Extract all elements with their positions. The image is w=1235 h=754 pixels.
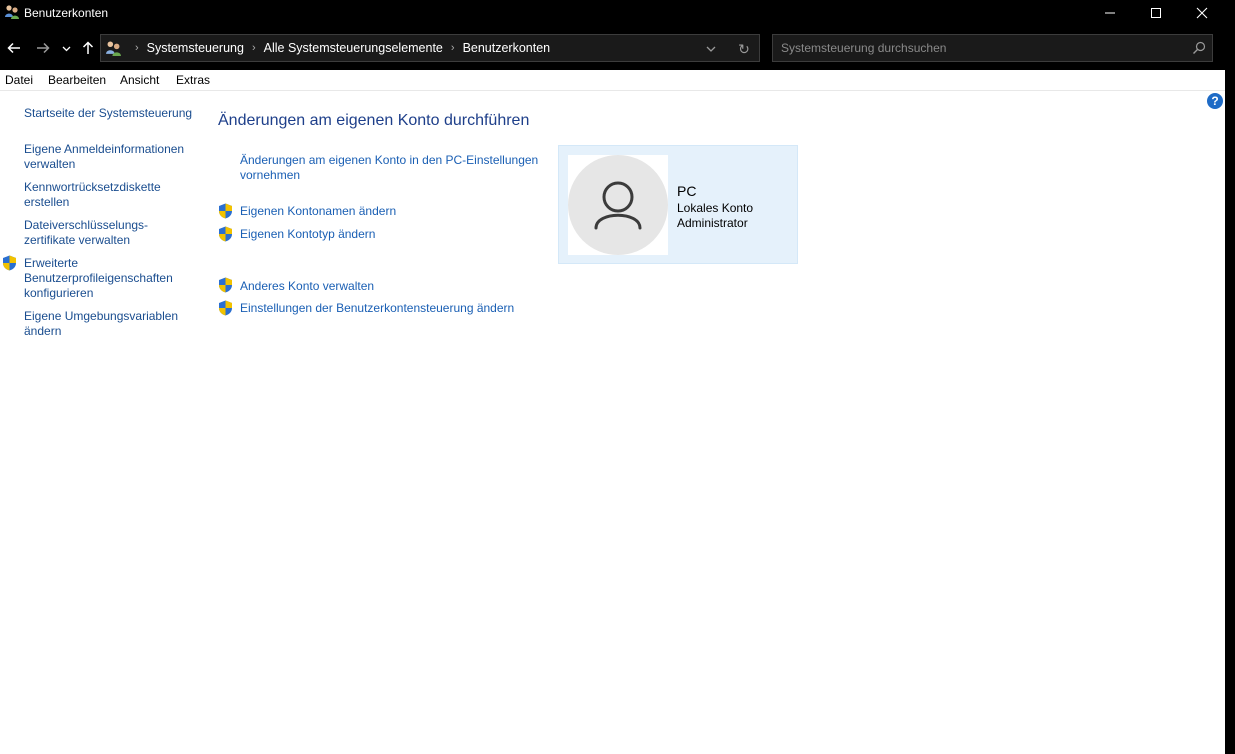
chevron-right-icon: › <box>135 42 139 54</box>
content-area: ? Startseite der Systemsteuerung Eigene … <box>0 91 1225 754</box>
minimize-icon <box>1105 12 1115 14</box>
menu-extras[interactable]: Extras <box>176 73 210 87</box>
sidebar-item-zertifikate[interactable]: Dateiverschlüsselungs-zertifikate verwal… <box>24 218 154 248</box>
menu-datei[interactable]: Datei <box>5 73 33 87</box>
navigation-bar: › Systemsteuerung › Alle Systemsteuerung… <box>0 26 1225 70</box>
arrow-right-icon <box>37 42 50 54</box>
uac-shield-icon <box>219 300 232 316</box>
task-pc-einstellungen[interactable]: Änderungen am eigenen Konto in den PC-Ei… <box>240 153 550 183</box>
refresh-icon: ↻ <box>738 40 750 57</box>
window-edge <box>1225 70 1235 754</box>
sidebar-item-umgebungsvariablen[interactable]: Eigene Umgebungsvariablen ändern <box>24 309 194 339</box>
recent-locations-button[interactable] <box>58 37 74 59</box>
task-kontotyp-aendern[interactable]: Eigenen Kontotyp ändern <box>240 227 375 242</box>
chevron-down-icon <box>706 46 716 52</box>
address-dropdown-button[interactable] <box>703 41 719 57</box>
search-icon <box>1193 41 1206 54</box>
uac-shield-icon <box>219 203 232 219</box>
close-icon <box>1196 7 1208 19</box>
search-placeholder: Systemsteuerung durchsuchen <box>781 41 947 55</box>
forward-button[interactable] <box>32 37 54 59</box>
arrow-up-icon <box>82 41 94 54</box>
menu-bearbeiten[interactable]: Bearbeiten <box>48 73 106 87</box>
user-accounts-icon <box>5 5 19 19</box>
page-title: Änderungen am eigenen Konto durchführen <box>218 112 530 129</box>
search-input[interactable]: Systemsteuerung durchsuchen <box>772 34 1213 62</box>
help-button[interactable]: ? <box>1207 93 1223 109</box>
sidebar-item-startseite[interactable]: Startseite der Systemsteuerung <box>24 106 194 121</box>
task-anderes-konto[interactable]: Anderes Konto verwalten <box>240 279 374 294</box>
breadcrumb: › Systemsteuerung › Alle Systemsteuerung… <box>127 41 550 55</box>
breadcrumb-alle-elemente[interactable]: Alle Systemsteuerungselemente <box>264 41 443 55</box>
window-title: Benutzerkonten <box>24 6 109 20</box>
breadcrumb-benutzerkonten[interactable]: Benutzerkonten <box>463 41 551 55</box>
maximize-icon <box>1151 8 1161 18</box>
close-button[interactable] <box>1179 0 1225 26</box>
arrow-left-icon <box>7 42 20 54</box>
sidebar-item-anmeldeinformationen[interactable]: Eigene Anmeldeinformationen verwalten <box>24 142 194 172</box>
chevron-down-icon <box>62 46 70 51</box>
menu-ansicht[interactable]: Ansicht <box>120 73 159 87</box>
chevron-right-icon: › <box>251 42 256 54</box>
task-kontonamen-aendern[interactable]: Eigenen Kontonamen ändern <box>240 204 396 219</box>
account-role: Administrator <box>677 216 748 230</box>
help-icon: ? <box>1211 94 1219 108</box>
refresh-button[interactable]: ↻ <box>735 40 753 58</box>
breadcrumb-systemsteuerung[interactable]: Systemsteuerung <box>147 41 244 55</box>
account-card: PC Lokales Konto Administrator <box>558 145 798 264</box>
uac-shield-icon <box>3 255 16 271</box>
sidebar-item-profileigenschaften[interactable]: Erweiterte Benutzerprofileigenschaften k… <box>24 256 194 301</box>
uac-shield-icon <box>219 226 232 242</box>
maximize-button[interactable] <box>1133 0 1179 26</box>
back-button[interactable] <box>3 37 25 59</box>
user-accounts-icon <box>106 41 121 56</box>
address-bar[interactable]: › Systemsteuerung › Alle Systemsteuerung… <box>100 34 760 62</box>
task-benutzerkontensteuerung[interactable]: Einstellungen der Benutzerkontensteuerun… <box>240 301 514 316</box>
user-icon <box>594 181 642 230</box>
account-name: PC <box>677 183 697 199</box>
uac-shield-icon <box>219 277 232 293</box>
title-bar: Benutzerkonten <box>0 0 1235 26</box>
account-type: Lokales Konto <box>677 201 754 215</box>
minimize-button[interactable] <box>1087 0 1133 26</box>
avatar <box>568 155 668 255</box>
up-button[interactable] <box>77 37 99 59</box>
sidebar-item-kennwortdiskette[interactable]: Kennwortrücksetzdiskette erstellen <box>24 180 194 210</box>
chevron-right-icon: › <box>450 42 455 54</box>
menu-bar: Datei Bearbeiten Ansicht Extras <box>0 70 1225 91</box>
